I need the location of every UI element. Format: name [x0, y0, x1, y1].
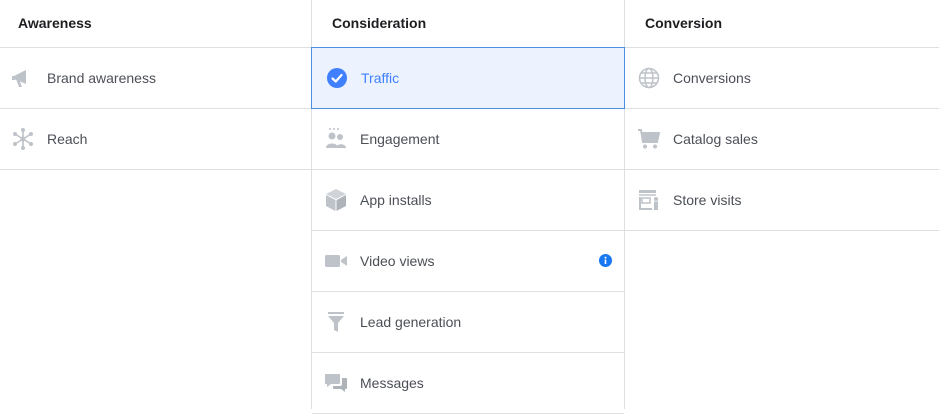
- consideration-column: Consideration Traffic Engagement App ins…: [311, 0, 625, 414]
- objective-label: Reach: [47, 131, 88, 147]
- info-icon[interactable]: [599, 254, 612, 267]
- objective-app-installs[interactable]: App installs: [312, 170, 624, 231]
- column-header-consideration: Consideration: [312, 0, 624, 48]
- column-header-conversion: Conversion: [625, 0, 939, 48]
- network-icon: [11, 127, 35, 151]
- box-icon: [324, 188, 348, 212]
- objective-label: Traffic: [361, 70, 400, 86]
- objective-messages[interactable]: Messages: [312, 353, 624, 414]
- megaphone-icon: [11, 66, 35, 90]
- objective-label: Store visits: [673, 192, 742, 208]
- objective-label: App installs: [360, 192, 432, 208]
- objective-label: Lead generation: [360, 314, 462, 330]
- storefront-icon: [637, 188, 661, 212]
- objective-video-views[interactable]: Video views: [312, 231, 624, 292]
- video-camera-icon: [324, 249, 348, 273]
- shopping-cart-icon: [637, 127, 661, 151]
- objective-label: Brand awareness: [47, 70, 156, 86]
- conversion-column: Conversion Conversions Catalog sales Sto…: [625, 0, 939, 409]
- objective-reach[interactable]: Reach: [0, 109, 311, 170]
- checkmark-circle-icon: [325, 66, 349, 90]
- awareness-column: Awareness Brand awareness Reach: [0, 0, 311, 409]
- column-header-awareness: Awareness: [0, 0, 311, 48]
- objective-store-visits[interactable]: Store visits: [625, 170, 939, 231]
- people-icon: [324, 127, 348, 151]
- objective-label: Messages: [360, 375, 424, 391]
- objective-conversions[interactable]: Conversions: [625, 48, 939, 109]
- objective-brand-awareness[interactable]: Brand awareness: [0, 48, 311, 109]
- objective-label: Catalog sales: [673, 131, 758, 147]
- objective-grid: Awareness Brand awareness Reach Consider…: [0, 0, 939, 414]
- objective-catalog-sales[interactable]: Catalog sales: [625, 109, 939, 170]
- chat-bubbles-icon: [324, 371, 348, 395]
- objective-traffic[interactable]: Traffic: [311, 47, 625, 109]
- objective-label: Engagement: [360, 131, 440, 147]
- objective-engagement[interactable]: Engagement: [312, 109, 624, 170]
- funnel-icon: [324, 310, 348, 334]
- objective-lead-generation[interactable]: Lead generation: [312, 292, 624, 353]
- objective-label: Video views: [360, 253, 435, 269]
- globe-icon: [637, 66, 661, 90]
- objective-label: Conversions: [673, 70, 751, 86]
